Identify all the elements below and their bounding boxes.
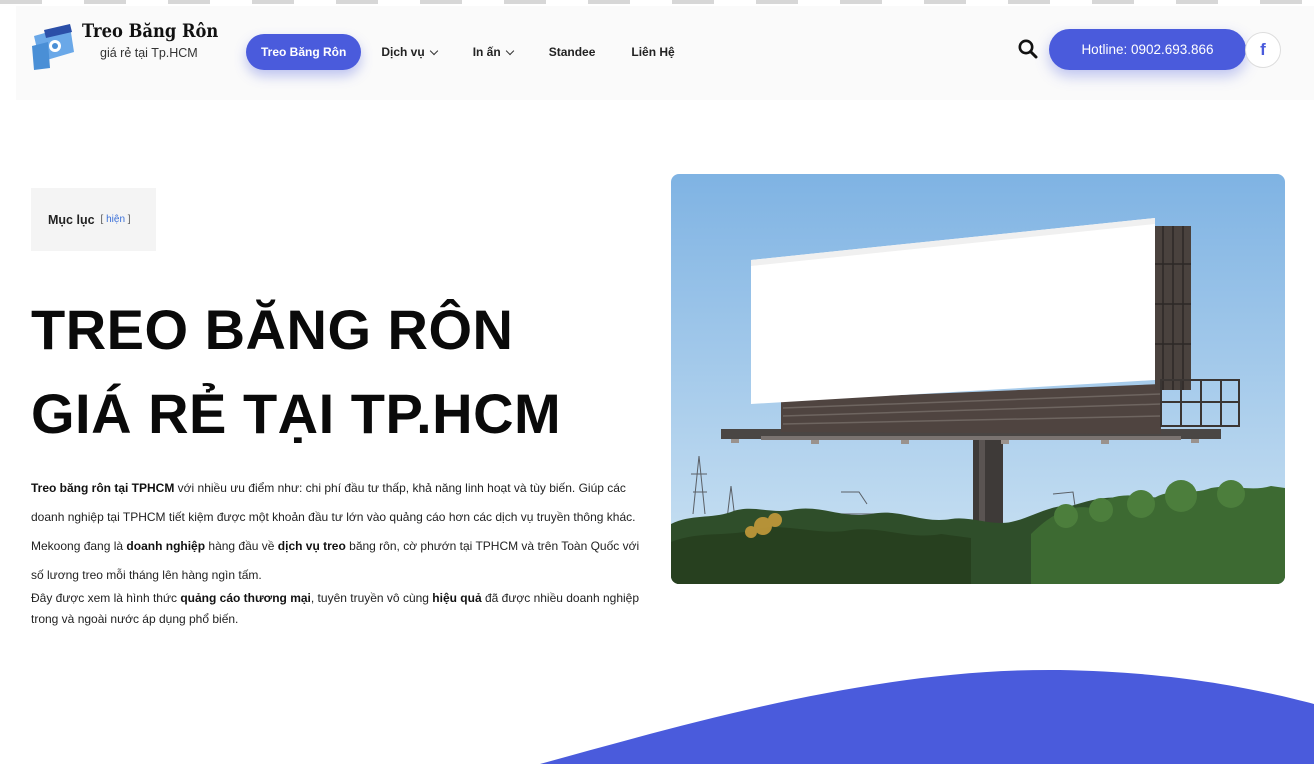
page-title: TREO BĂNG RÔN GIÁ RẺ TẠI TP.HCM xyxy=(31,288,561,456)
nav-item-label: Liên Hệ xyxy=(631,45,675,59)
page-title-line-1: TREO BĂNG RÔN xyxy=(31,298,514,361)
nav-item-label: Dịch vụ xyxy=(381,45,425,59)
logo-mark-icon xyxy=(32,24,74,70)
chevron-down-icon xyxy=(429,46,438,55)
intro-bold-phrase: quảng cáo thương mại xyxy=(180,591,311,605)
site-header: Treo Băng Rôn giá rẻ tại Tp.HCM Treo Băn… xyxy=(16,6,1314,100)
intro-text-run: hàng đầu về xyxy=(205,539,278,553)
intro-text-run: , tuyên truyền vô cùng xyxy=(310,591,433,605)
toc-bracket-open: [ xyxy=(100,214,104,225)
toc-title: Mục lục xyxy=(48,212,95,227)
facebook-glyph: f xyxy=(1260,40,1266,59)
intro-bold-phrase: hiệu quả xyxy=(432,591,482,605)
nav-item-label: In ấn xyxy=(472,45,501,59)
main-navigation: Treo Băng Rôn Dịch vụ In ấn Standee Liên Hệ xyxy=(246,34,711,70)
search-icon[interactable] xyxy=(1017,38,1039,60)
nav-item-2[interactable]: Dịch vụ xyxy=(381,45,438,59)
nav-item-5[interactable]: Liên Hệ xyxy=(631,45,674,59)
chevron-down-icon xyxy=(505,46,514,55)
logo-subtitle: giá rẻ tại Tp.HCM xyxy=(100,46,198,60)
intro-paragraph-2: Đây được xem là hình thức quảng cáo thươ… xyxy=(31,588,641,630)
billboard-image xyxy=(671,174,1285,584)
toc-toggle-link[interactable]: hiện xyxy=(106,214,125,225)
site-logo[interactable]: Treo Băng Rôn giá rẻ tại Tp.HCM xyxy=(30,18,230,78)
intro-bold-phrase: Treo băng rôn tại TPHCM xyxy=(31,481,175,495)
toc-toggle-wrapper: [ hiện ] xyxy=(101,214,131,225)
intro-bold-phrase: dịch vụ treo xyxy=(277,539,346,553)
intro-text: Treo băng rôn tại TPHCM với nhiều ưu điể… xyxy=(31,474,641,630)
decorative-wave xyxy=(540,669,1314,764)
logo-title: Treo Băng Rôn xyxy=(82,20,219,42)
nav-item-1[interactable]: Treo Băng Rôn xyxy=(246,34,362,70)
hotline-button[interactable]: Hotline: 0902.693.866 xyxy=(1049,29,1246,70)
toc-bracket-close: ] xyxy=(127,214,131,225)
intro-bold-phrase: doanh nghiệp xyxy=(126,539,206,553)
page-title-line-2: GIÁ RẺ TẠI TP.HCM xyxy=(31,382,562,445)
nav-item-label: Standee xyxy=(548,45,596,59)
nav-item-label: Treo Băng Rôn xyxy=(261,45,347,59)
table-of-contents: Mục lục [ hiện ] xyxy=(31,188,156,251)
intro-text-run: Đây được xem là hình thức xyxy=(31,591,181,605)
nav-item-4[interactable]: Standee xyxy=(549,45,596,59)
nav-item-3[interactable]: In ấn xyxy=(472,45,514,59)
intro-paragraph-1: Treo băng rôn tại TPHCM với nhiều ưu điể… xyxy=(31,474,641,590)
top-dashed-border xyxy=(0,0,1314,4)
facebook-icon[interactable]: f xyxy=(1245,32,1281,68)
